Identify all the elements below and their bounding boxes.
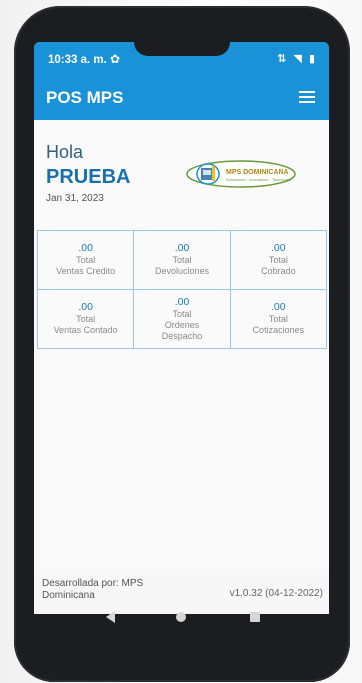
stat-label: Devoluciones — [154, 266, 209, 276]
greeting-hello: Hola — [46, 142, 84, 162]
content-area — [34, 350, 329, 574]
stat-ordenes-despacho[interactable]: .00 Total Ordenes Despacho — [134, 290, 231, 349]
gear-icon: ✿ — [110, 52, 121, 66]
stat-value: .00 — [174, 242, 190, 254]
stat-label: Cobrado — [261, 266, 296, 276]
app-title: POS MPS — [46, 88, 124, 107]
system-nav-bar — [34, 604, 329, 634]
hamburger-menu-icon[interactable] — [299, 91, 315, 103]
stat-value: .00 — [174, 295, 190, 308]
company-logo: MPS DOMINICANA Soluciones · Innovación ·… — [186, 160, 296, 188]
stat-label: Total — [76, 255, 96, 265]
stat-label: Ventas Credito — [56, 266, 116, 276]
stats-grid: .00 Total Ventas Credito .00 Total Devol… — [37, 230, 327, 349]
stat-cotizaciones[interactable]: .00 Total Cotizaciones — [230, 290, 327, 349]
stat-label: Ordenes — [164, 319, 200, 330]
stat-ventas-contado[interactable]: .00 Total Ventas Contado — [38, 290, 135, 349]
stat-label: Total — [268, 314, 288, 324]
stat-value: .00 — [271, 242, 286, 254]
current-date: Jan 31, 2023 — [46, 193, 104, 204]
recent-apps-icon[interactable] — [250, 612, 260, 622]
footer-developer: Desarrollada por: MPS Dominicana — [42, 578, 144, 601]
stat-value: .00 — [78, 242, 93, 254]
footer-version: v1.0.32 (04-12-2022) — [229, 588, 323, 599]
stat-label: Total — [268, 255, 288, 265]
stat-devoluciones[interactable]: .00 Total Devoluciones — [134, 231, 231, 290]
logo-subtitle: Soluciones · Innovación · Tecnología — [226, 177, 292, 182]
greeting-section: Hola PRUEBA Jan 31, 2023 MPS DOMINICANA … — [34, 120, 329, 230]
stat-ventas-credito[interactable]: .00 Total Ventas Credito — [38, 231, 135, 290]
stat-label: Ventas Contado — [53, 325, 118, 335]
status-time: 10:33 a. m. — [48, 54, 107, 66]
stat-label: Total — [76, 314, 96, 324]
logo-text: MPS DOMINICANA — [226, 169, 289, 176]
user-name: PRUEBA — [46, 166, 131, 188]
stat-label: Total — [172, 308, 192, 319]
home-icon[interactable] — [176, 612, 186, 622]
stat-label: Total — [172, 255, 192, 265]
camera-notch — [133, 42, 230, 56]
back-icon[interactable] — [106, 611, 115, 623]
stat-cobrado[interactable]: .00 Total Cobrado — [230, 231, 327, 290]
phone-screen: 10:33 a. m. ✿ ⇅ ◥ ▮ POS MPS Hola PRUEBA … — [34, 42, 329, 614]
status-indicators-icon: ⇅ ◥ ▮ — [277, 53, 317, 65]
stat-value: .00 — [271, 301, 286, 313]
status-bar: 10:33 a. m. ✿ ⇅ ◥ ▮ — [34, 42, 329, 76]
stat-label: Cotizaciones — [252, 325, 305, 335]
stat-label: Despacho — [161, 330, 203, 341]
app-bar: POS MPS — [34, 76, 329, 120]
stat-value: .00 — [78, 301, 93, 313]
